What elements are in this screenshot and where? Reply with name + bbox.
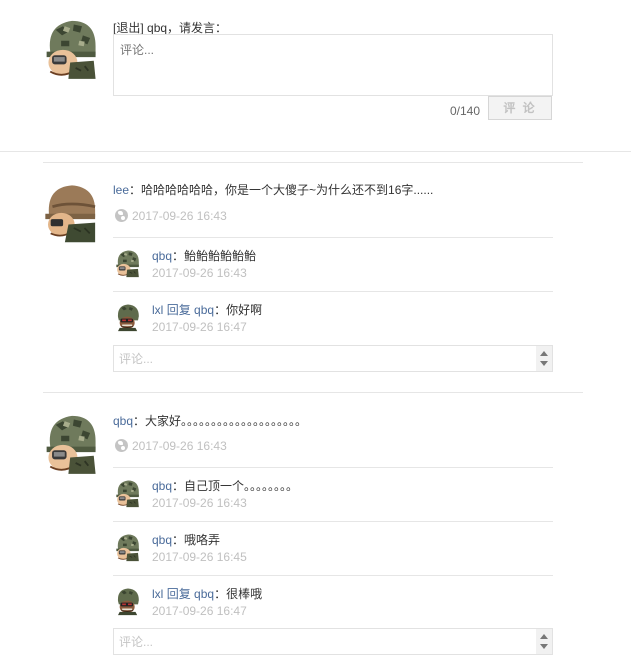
reply-text: 你好啊 — [226, 303, 263, 317]
reply-divider — [113, 575, 553, 576]
reply-input[interactable] — [114, 346, 519, 371]
reply-text: 自己顶一个。。。。。。。。 — [184, 479, 299, 493]
section-divider — [0, 151, 631, 152]
scroll-up-icon[interactable] — [540, 351, 548, 356]
comment-timestamp: 2017-09-26 16:43 — [115, 438, 227, 454]
globe-icon — [115, 439, 128, 452]
scroll-up-icon[interactable] — [540, 634, 548, 639]
reply-scrollbar[interactable] — [536, 629, 552, 654]
reply-input[interactable] — [114, 629, 519, 654]
reply-author-link[interactable]: qbq — [152, 533, 172, 547]
comment-divider — [43, 392, 583, 393]
comment-textarea[interactable] — [113, 34, 553, 96]
reply-divider — [113, 291, 553, 292]
reply-author-link[interactable]: lxl — [152, 303, 163, 317]
comment-author-link[interactable]: lee — [113, 183, 129, 197]
comment-author-link[interactable]: qbq — [113, 414, 133, 428]
reply-timestamp: 2017-09-26 16:43 — [152, 496, 247, 510]
reply-line: lxl 回复 qbq：很棒哦 — [152, 587, 263, 601]
reply-line: lxl 回复 qbq：你好啊 — [152, 303, 263, 317]
reply-line: qbq：鲐鲐鲐鲐鲐鲐 — [152, 249, 257, 263]
reply-divider — [113, 237, 553, 238]
char-counter: 0/140 — [449, 104, 480, 118]
reply-scrollbar[interactable] — [536, 346, 552, 371]
qbq-avatar-icon — [115, 534, 140, 562]
reply-target-link[interactable]: qbq — [194, 303, 214, 317]
prompt-text: ，请发言： — [167, 21, 228, 35]
comment-line: lee：哈哈哈哈哈哈，你是一个大傻子~为什么还不到16字...... — [113, 183, 434, 197]
qbq-avatar-icon — [45, 414, 97, 475]
reply-divider — [113, 467, 553, 468]
reply-line: qbq：哦咯弄 — [152, 533, 221, 547]
comment-text: 大家好。。。。。。。。。。。。。。。。。。。。 — [145, 414, 308, 428]
reply-timestamp: 2017-09-26 16:47 — [152, 320, 247, 334]
comment-divider — [43, 162, 583, 163]
reply-divider — [113, 521, 553, 522]
globe-icon — [115, 209, 128, 222]
reply-author-link[interactable]: qbq — [152, 249, 172, 263]
user-avatar-icon — [45, 19, 97, 80]
reply-text: 鲐鲐鲐鲐鲐鲐 — [184, 249, 257, 263]
reply-line: qbq：自己顶一个。。。。。。。。 — [152, 479, 299, 493]
scroll-down-icon[interactable] — [540, 644, 548, 649]
reply-timestamp: 2017-09-26 16:47 — [152, 604, 247, 618]
comment-text: 哈哈哈哈哈哈，你是一个大傻子~为什么还不到16字...... — [141, 183, 434, 197]
reply-text: 很棒哦 — [226, 587, 263, 601]
reply-timestamp: 2017-09-26 16:45 — [152, 550, 247, 564]
reply-input-box — [113, 628, 553, 655]
qbq-avatar-icon — [115, 480, 140, 508]
reply-input-box — [113, 345, 553, 372]
comment-line: qbq：大家好。。。。。。。。。。。。。。。。。。。。 — [113, 414, 308, 428]
reply-author-link[interactable]: lxl — [152, 587, 163, 601]
reply-timestamp: 2017-09-26 16:43 — [152, 266, 247, 280]
comment-timestamp: 2017-09-26 16:43 — [115, 208, 227, 224]
qbq-avatar-icon — [115, 250, 140, 278]
lxl-avatar-icon — [117, 588, 140, 616]
lee-avatar-icon — [43, 183, 97, 244]
submit-comment-button[interactable]: 评 论 — [488, 96, 552, 120]
reply-text: 哦咯弄 — [184, 533, 221, 547]
reply-author-link[interactable]: qbq — [152, 479, 172, 493]
lxl-avatar-icon — [117, 304, 140, 332]
scroll-down-icon[interactable] — [540, 361, 548, 366]
logout-link[interactable]: [退出] — [113, 21, 144, 35]
current-user-name: qbq — [147, 21, 168, 35]
reply-target-link[interactable]: qbq — [194, 587, 214, 601]
